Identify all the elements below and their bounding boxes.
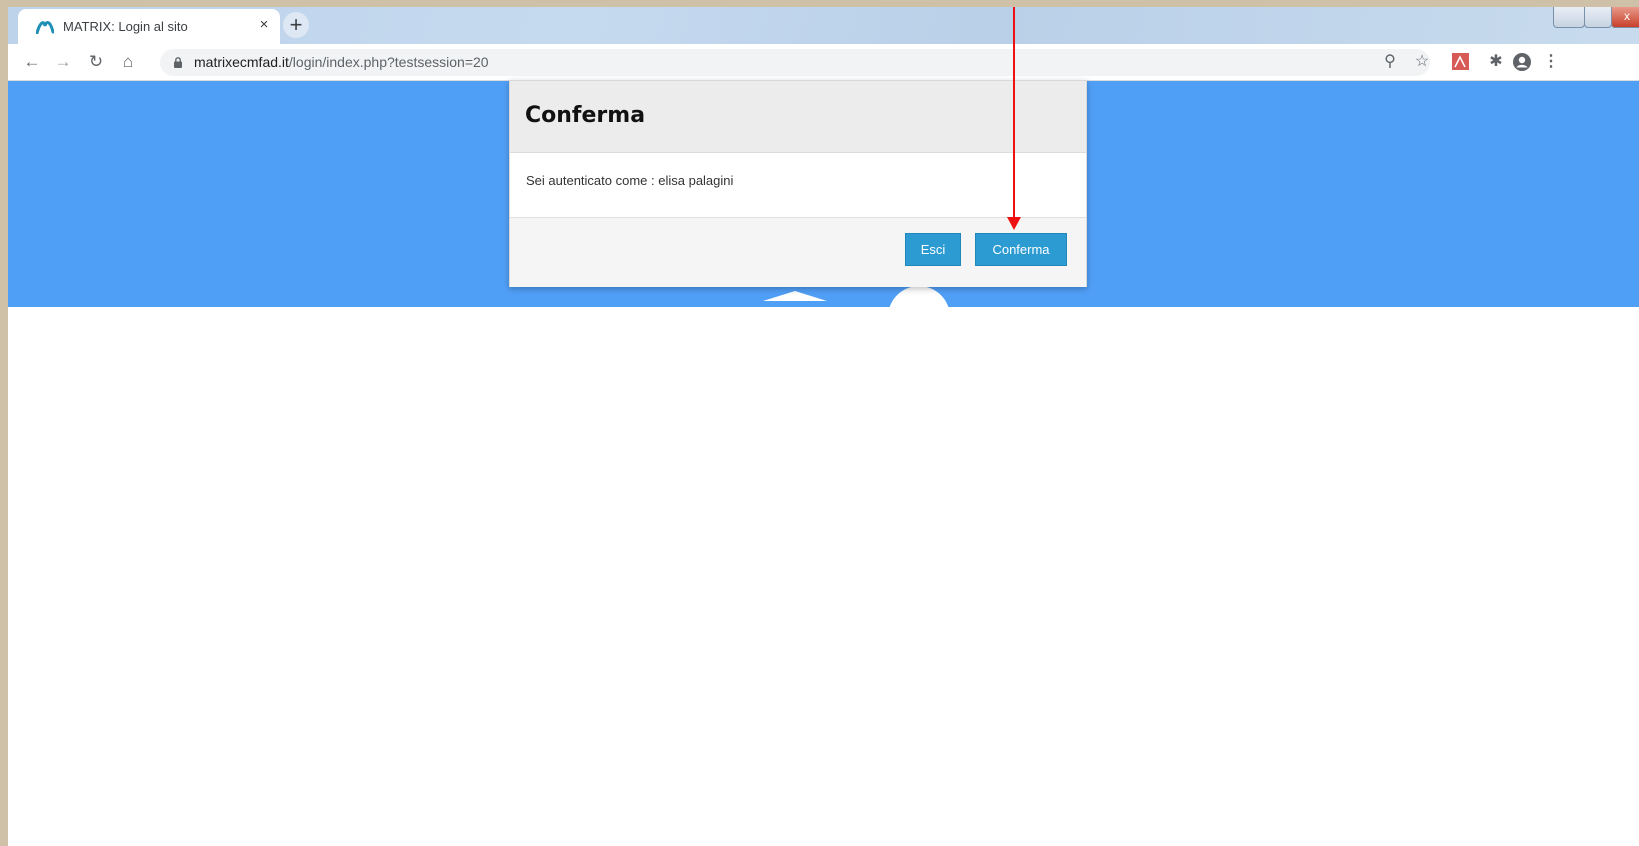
dialog-footer: Esci Conferma <box>510 217 1086 287</box>
graduation-cap-icon <box>763 291 827 301</box>
conferma-button[interactable]: Conferma <box>975 233 1067 266</box>
esci-button[interactable]: Esci <box>905 233 961 266</box>
key-icon[interactable]: ⚲ <box>1378 50 1402 74</box>
minimize-button[interactable] <box>1553 7 1585 28</box>
decorative-circle <box>888 286 950 307</box>
lock-icon <box>174 57 182 68</box>
pdf-extension-icon[interactable] <box>1452 53 1469 70</box>
dialog-body: Sei autenticato come : elisa palagini <box>510 153 1086 217</box>
url-text: matrixecmfad.it/login/index.php?testsess… <box>194 54 489 70</box>
new-tab-button[interactable]: + <box>283 12 309 38</box>
tab-matrix-login[interactable]: MATRIX: Login al sito × <box>18 9 280 44</box>
url-path: /login/index.php?testsession=20 <box>288 54 489 70</box>
close-window-button[interactable]: x <box>1611 7 1639 28</box>
tab-close-icon[interactable]: × <box>254 15 274 35</box>
tab-title: MATRIX: Login al sito <box>63 19 188 34</box>
extensions-icon[interactable]: ✱ <box>1484 50 1508 74</box>
back-icon[interactable]: ← <box>20 50 44 74</box>
home-icon[interactable]: ⌂ <box>116 50 140 74</box>
confirm-dialog: Conferma Sei autenticato come : elisa pa… <box>509 80 1087 287</box>
tab-strip: MATRIX: Login al sito × + x <box>8 7 1639 44</box>
profile-icon[interactable] <box>1512 52 1532 72</box>
star-icon[interactable]: ☆ <box>1410 50 1434 74</box>
url-host: matrixecmfad.it <box>194 54 289 70</box>
annotation-arrow-head <box>1007 217 1021 230</box>
address-bar[interactable]: matrixecmfad.it/login/index.php?testsess… <box>160 49 1430 76</box>
maximize-button[interactable] <box>1584 7 1612 28</box>
reload-icon[interactable]: ↻ <box>84 50 108 74</box>
dialog-header: Conferma <box>510 81 1086 153</box>
browser-window: MATRIX: Login al sito × + x ← → ↻ ⌂ matr… <box>8 7 1639 846</box>
dialog-title: Conferma <box>525 103 646 128</box>
menu-icon[interactable]: ⋮ <box>1543 50 1559 74</box>
annotation-arrow-line <box>1013 7 1015 219</box>
browser-toolbar: ← → ↻ ⌂ matrixecmfad.it/login/index.php?… <box>8 44 1639 81</box>
forward-icon[interactable]: → <box>51 50 75 74</box>
dialog-message: Sei autenticato come : elisa palagini <box>526 173 734 188</box>
matrix-logo-icon <box>36 21 54 34</box>
